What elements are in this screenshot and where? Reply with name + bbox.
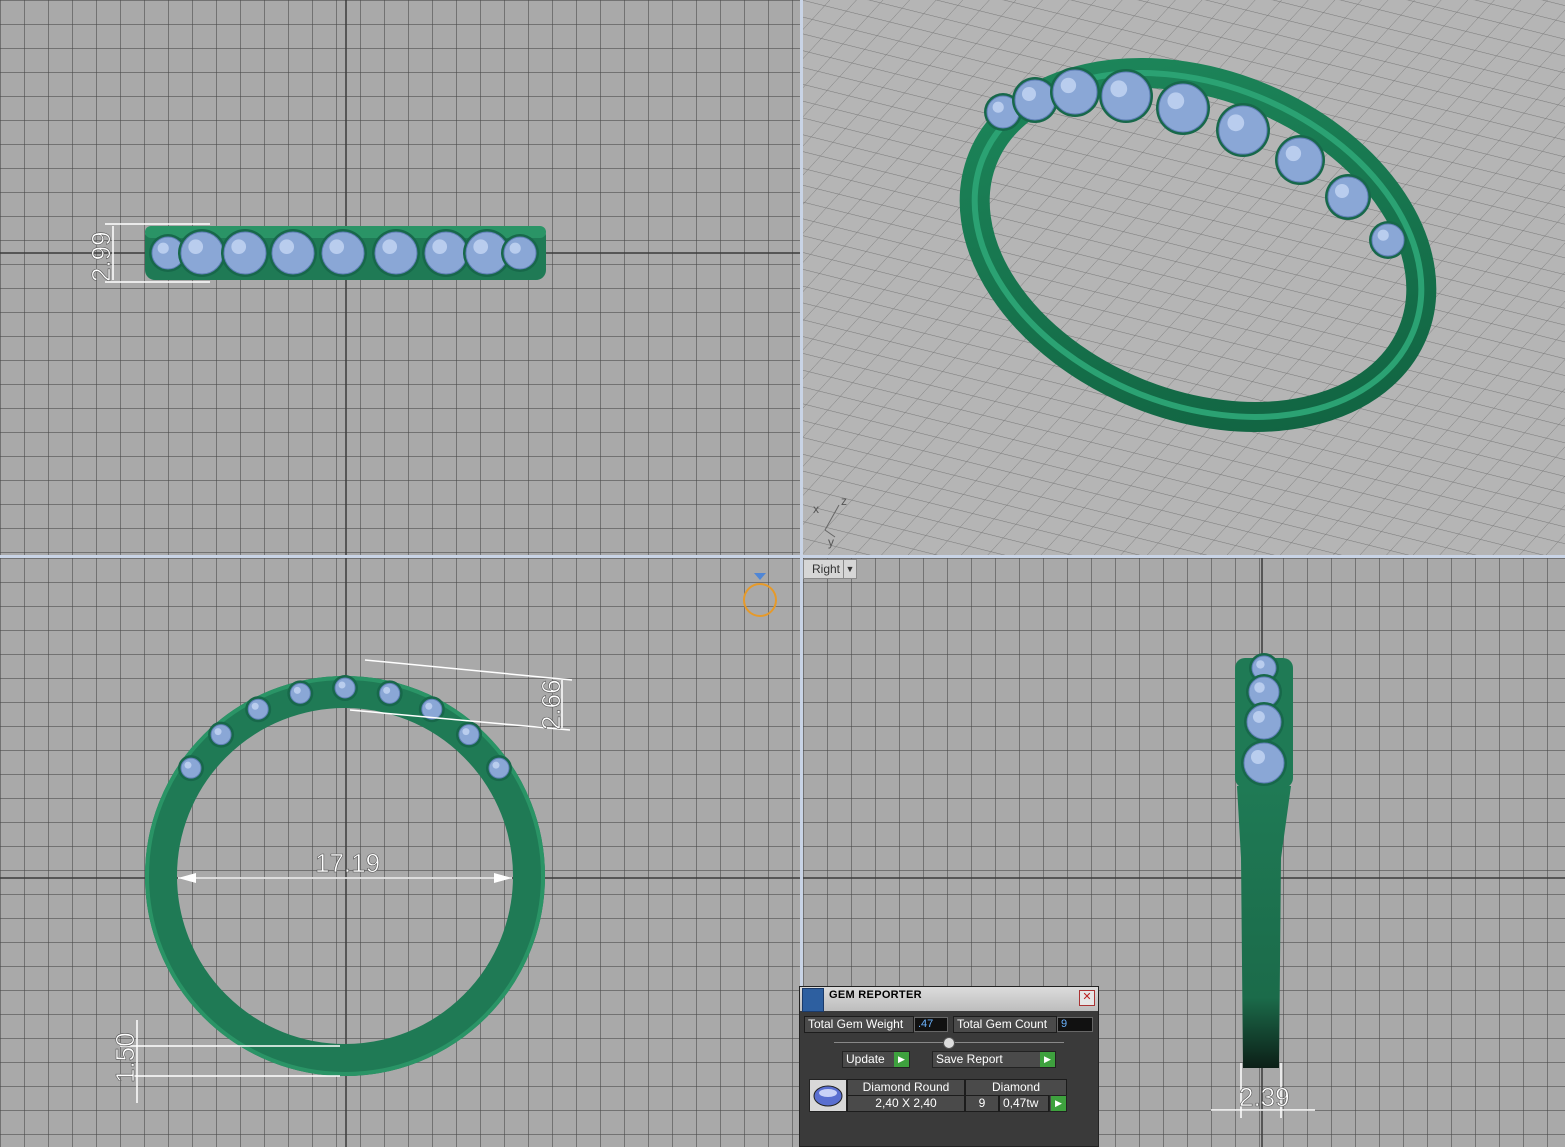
total-gem-count-label: Total Gem Count xyxy=(953,1016,1057,1033)
gem-stone xyxy=(269,229,317,277)
gem-reporter-panel: GEM REPORTER ✕ Total Gem Weight .47 Tota… xyxy=(799,986,1099,1147)
dimension-front-inner: 17.19 xyxy=(178,848,512,883)
play-icon: ▶ xyxy=(894,1052,909,1067)
gem-reporter-title: GEM REPORTER xyxy=(829,989,922,1001)
gem-stone xyxy=(1275,135,1325,185)
view-selector-label: Right xyxy=(812,562,841,576)
gem-stone xyxy=(1156,81,1210,135)
gem-stone xyxy=(501,234,539,272)
gem-thumbnail[interactable] xyxy=(809,1079,847,1112)
gem-stone xyxy=(376,680,403,707)
perspective-canvas: x y z xyxy=(803,0,1565,555)
svg-text:2.39: 2.39 xyxy=(1239,1082,1290,1112)
gem-col-material: Diamond xyxy=(965,1079,1067,1096)
svg-text:y: y xyxy=(828,535,834,549)
gem-row-action-button[interactable]: ▶ xyxy=(1049,1095,1067,1112)
gem-stone xyxy=(486,755,513,782)
gem-stone xyxy=(1012,77,1058,123)
gem-stone xyxy=(1050,67,1100,117)
viewport-split-horizontal[interactable] xyxy=(0,555,1565,558)
gem-stone xyxy=(1099,69,1153,123)
gem-stone xyxy=(1244,702,1284,742)
gem-col-type: Diamond Round xyxy=(847,1079,965,1096)
gem-count: 9 xyxy=(965,1095,999,1112)
front-viewport[interactable]: 2.66 17.19 1.50 xyxy=(0,558,800,1147)
gem-table: Diamond Round Diamond 2,40 X 2,40 9 0,47… xyxy=(809,1079,1067,1112)
total-gem-weight-value: .47 xyxy=(914,1017,948,1032)
close-icon[interactable]: ✕ xyxy=(1079,990,1095,1006)
update-button[interactable]: Update ▶ xyxy=(842,1051,910,1068)
gem-stone xyxy=(178,229,226,277)
front-view-canvas: 2.66 17.19 1.50 xyxy=(0,558,800,1147)
gem-stone xyxy=(1216,103,1270,157)
chevron-down-icon[interactable]: ▼ xyxy=(843,560,856,578)
svg-text:z: z xyxy=(841,494,847,508)
play-icon: ▶ xyxy=(1040,1052,1055,1067)
svg-text:x: x xyxy=(813,502,819,516)
dimension-right-width: 2.39 xyxy=(1211,1063,1315,1118)
gem-stone xyxy=(319,229,367,277)
ring-top-view xyxy=(145,226,546,280)
gem-stone xyxy=(208,721,235,748)
save-report-button-label: Save Report xyxy=(936,1052,1003,1066)
gem-stone xyxy=(245,696,272,723)
svg-text:17.19: 17.19 xyxy=(315,848,380,878)
gem-stone xyxy=(455,721,482,748)
view-selector[interactable]: Right ▼ xyxy=(803,559,857,579)
gem-stone xyxy=(177,755,204,782)
gem-stone xyxy=(221,229,269,277)
total-gem-weight-label: Total Gem Weight xyxy=(804,1016,914,1033)
gem-reporter-logo-icon xyxy=(802,988,824,1012)
gem-stone xyxy=(372,229,420,277)
save-report-button[interactable]: Save Report ▶ xyxy=(932,1051,1056,1068)
gem-stone xyxy=(287,680,314,707)
ring-side-view xyxy=(1235,653,1293,1068)
gem-stone xyxy=(422,229,470,277)
slider-handle[interactable] xyxy=(943,1037,955,1049)
dim-top-label: 2.99 xyxy=(86,231,116,282)
gem-reporter-titlebar[interactable]: GEM REPORTER ✕ xyxy=(800,987,1098,1012)
gem-size: 2,40 X 2,40 xyxy=(847,1095,965,1112)
gem-stone xyxy=(1241,740,1287,786)
gem-stone xyxy=(1325,174,1371,220)
top-view-canvas: 2.99 xyxy=(0,0,800,555)
gem-stone xyxy=(332,675,358,701)
svg-text:1.50: 1.50 xyxy=(110,1032,140,1083)
svg-text:2.66: 2.66 xyxy=(536,679,566,730)
update-button-label: Update xyxy=(846,1052,885,1066)
ring-marker-icon xyxy=(743,573,777,617)
gem-stone xyxy=(1369,221,1407,259)
perspective-viewport[interactable]: x y z xyxy=(803,0,1565,555)
gem-weight: 0,47tw xyxy=(999,1095,1049,1112)
total-gem-count-value: 9 xyxy=(1057,1017,1093,1032)
play-icon: ▶ xyxy=(1051,1096,1066,1111)
top-viewport[interactable]: 2.99 xyxy=(0,0,800,555)
